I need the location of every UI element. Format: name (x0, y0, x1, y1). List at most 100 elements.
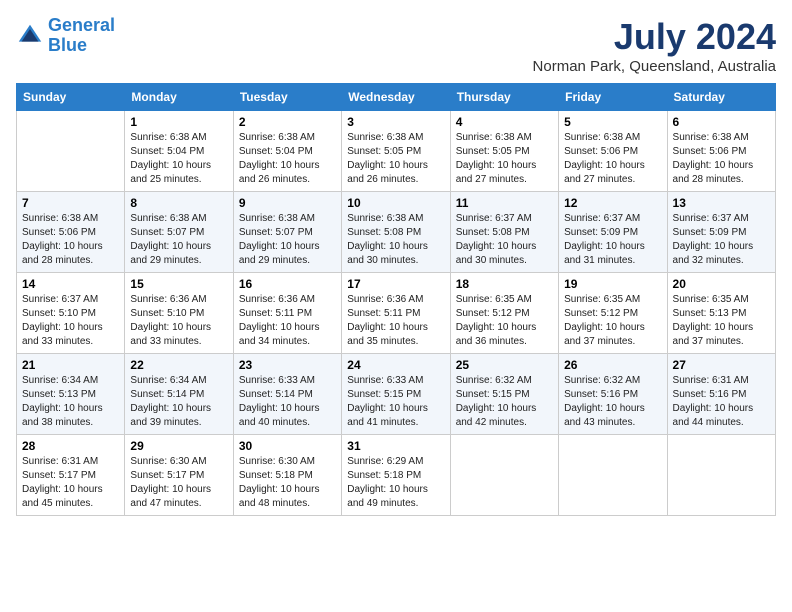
calendar-cell: 8 Sunrise: 6:38 AMSunset: 5:07 PMDayligh… (125, 192, 233, 273)
calendar-cell: 22 Sunrise: 6:34 AMSunset: 5:14 PMDaylig… (125, 354, 233, 435)
day-number: 25 (456, 358, 553, 372)
day-info: Sunrise: 6:38 AMSunset: 5:07 PMDaylight:… (130, 212, 227, 268)
day-info: Sunrise: 6:38 AMSunset: 5:08 PMDaylight:… (347, 212, 444, 268)
calendar-week-row: 1 Sunrise: 6:38 AMSunset: 5:04 PMDayligh… (17, 111, 776, 192)
day-number: 27 (673, 358, 770, 372)
day-info: Sunrise: 6:38 AMSunset: 5:05 PMDaylight:… (456, 131, 553, 187)
day-info: Sunrise: 6:35 AMSunset: 5:13 PMDaylight:… (673, 293, 770, 349)
day-number: 23 (239, 358, 336, 372)
calendar-cell: 10 Sunrise: 6:38 AMSunset: 5:08 PMDaylig… (342, 192, 450, 273)
day-number: 17 (347, 277, 444, 291)
day-number: 24 (347, 358, 444, 372)
day-number: 9 (239, 196, 336, 210)
calendar-cell: 29 Sunrise: 6:30 AMSunset: 5:17 PMDaylig… (125, 435, 233, 516)
calendar-cell: 17 Sunrise: 6:36 AMSunset: 5:11 PMDaylig… (342, 273, 450, 354)
day-number: 2 (239, 115, 336, 129)
day-info: Sunrise: 6:33 AMSunset: 5:15 PMDaylight:… (347, 374, 444, 430)
day-number: 16 (239, 277, 336, 291)
calendar-cell: 3 Sunrise: 6:38 AMSunset: 5:05 PMDayligh… (342, 111, 450, 192)
day-info: Sunrise: 6:36 AMSunset: 5:11 PMDaylight:… (347, 293, 444, 349)
calendar-cell: 21 Sunrise: 6:34 AMSunset: 5:13 PMDaylig… (17, 354, 125, 435)
day-info: Sunrise: 6:35 AMSunset: 5:12 PMDaylight:… (564, 293, 661, 349)
calendar-cell (450, 435, 558, 516)
calendar-cell: 4 Sunrise: 6:38 AMSunset: 5:05 PMDayligh… (450, 111, 558, 192)
day-info: Sunrise: 6:31 AMSunset: 5:16 PMDaylight:… (673, 374, 770, 430)
day-number: 11 (456, 196, 553, 210)
calendar-cell: 25 Sunrise: 6:32 AMSunset: 5:15 PMDaylig… (450, 354, 558, 435)
logo: General Blue (16, 16, 115, 56)
day-number: 20 (673, 277, 770, 291)
calendar-cell: 30 Sunrise: 6:30 AMSunset: 5:18 PMDaylig… (233, 435, 341, 516)
day-number: 31 (347, 439, 444, 453)
day-number: 22 (130, 358, 227, 372)
day-number: 1 (130, 115, 227, 129)
day-number: 7 (22, 196, 119, 210)
day-number: 28 (22, 439, 119, 453)
calendar-cell: 15 Sunrise: 6:36 AMSunset: 5:10 PMDaylig… (125, 273, 233, 354)
calendar-cell: 5 Sunrise: 6:38 AMSunset: 5:06 PMDayligh… (559, 111, 667, 192)
calendar-cell: 20 Sunrise: 6:35 AMSunset: 5:13 PMDaylig… (667, 273, 775, 354)
calendar-cell: 2 Sunrise: 6:38 AMSunset: 5:04 PMDayligh… (233, 111, 341, 192)
logo-icon (16, 22, 44, 50)
weekday-header-wednesday: Wednesday (342, 84, 450, 111)
day-number: 4 (456, 115, 553, 129)
calendar-table: SundayMondayTuesdayWednesdayThursdayFrid… (16, 83, 776, 516)
day-info: Sunrise: 6:38 AMSunset: 5:07 PMDaylight:… (239, 212, 336, 268)
day-info: Sunrise: 6:37 AMSunset: 5:09 PMDaylight:… (564, 212, 661, 268)
day-info: Sunrise: 6:37 AMSunset: 5:09 PMDaylight:… (673, 212, 770, 268)
calendar-cell: 26 Sunrise: 6:32 AMSunset: 5:16 PMDaylig… (559, 354, 667, 435)
calendar-cell: 16 Sunrise: 6:36 AMSunset: 5:11 PMDaylig… (233, 273, 341, 354)
day-info: Sunrise: 6:30 AMSunset: 5:18 PMDaylight:… (239, 455, 336, 511)
calendar-cell: 28 Sunrise: 6:31 AMSunset: 5:17 PMDaylig… (17, 435, 125, 516)
logo-text: General Blue (48, 16, 115, 56)
calendar-cell: 31 Sunrise: 6:29 AMSunset: 5:18 PMDaylig… (342, 435, 450, 516)
calendar-cell (17, 111, 125, 192)
weekday-header-sunday: Sunday (17, 84, 125, 111)
calendar-cell: 11 Sunrise: 6:37 AMSunset: 5:08 PMDaylig… (450, 192, 558, 273)
calendar-cell (559, 435, 667, 516)
day-info: Sunrise: 6:38 AMSunset: 5:06 PMDaylight:… (673, 131, 770, 187)
weekday-header-tuesday: Tuesday (233, 84, 341, 111)
day-number: 19 (564, 277, 661, 291)
calendar-week-row: 7 Sunrise: 6:38 AMSunset: 5:06 PMDayligh… (17, 192, 776, 273)
calendar-cell: 6 Sunrise: 6:38 AMSunset: 5:06 PMDayligh… (667, 111, 775, 192)
day-number: 29 (130, 439, 227, 453)
day-number: 6 (673, 115, 770, 129)
title-section: July 2024 Norman Park, Queensland, Austr… (533, 16, 776, 75)
day-number: 18 (456, 277, 553, 291)
day-info: Sunrise: 6:38 AMSunset: 5:06 PMDaylight:… (22, 212, 119, 268)
day-number: 21 (22, 358, 119, 372)
day-info: Sunrise: 6:34 AMSunset: 5:13 PMDaylight:… (22, 374, 119, 430)
day-number: 26 (564, 358, 661, 372)
calendar-week-row: 14 Sunrise: 6:37 AMSunset: 5:10 PMDaylig… (17, 273, 776, 354)
day-info: Sunrise: 6:37 AMSunset: 5:08 PMDaylight:… (456, 212, 553, 268)
calendar-cell: 24 Sunrise: 6:33 AMSunset: 5:15 PMDaylig… (342, 354, 450, 435)
calendar-cell: 13 Sunrise: 6:37 AMSunset: 5:09 PMDaylig… (667, 192, 775, 273)
day-number: 5 (564, 115, 661, 129)
day-info: Sunrise: 6:38 AMSunset: 5:05 PMDaylight:… (347, 131, 444, 187)
day-info: Sunrise: 6:38 AMSunset: 5:06 PMDaylight:… (564, 131, 661, 187)
calendar-cell: 1 Sunrise: 6:38 AMSunset: 5:04 PMDayligh… (125, 111, 233, 192)
weekday-header-friday: Friday (559, 84, 667, 111)
day-number: 30 (239, 439, 336, 453)
day-number: 3 (347, 115, 444, 129)
day-info: Sunrise: 6:29 AMSunset: 5:18 PMDaylight:… (347, 455, 444, 511)
calendar-cell: 12 Sunrise: 6:37 AMSunset: 5:09 PMDaylig… (559, 192, 667, 273)
day-number: 15 (130, 277, 227, 291)
calendar-week-row: 28 Sunrise: 6:31 AMSunset: 5:17 PMDaylig… (17, 435, 776, 516)
day-number: 12 (564, 196, 661, 210)
day-info: Sunrise: 6:32 AMSunset: 5:16 PMDaylight:… (564, 374, 661, 430)
month-year-title: July 2024 (533, 16, 776, 58)
day-info: Sunrise: 6:38 AMSunset: 5:04 PMDaylight:… (130, 131, 227, 187)
day-number: 10 (347, 196, 444, 210)
day-number: 14 (22, 277, 119, 291)
calendar-cell: 27 Sunrise: 6:31 AMSunset: 5:16 PMDaylig… (667, 354, 775, 435)
weekday-header-row: SundayMondayTuesdayWednesdayThursdayFrid… (17, 84, 776, 111)
day-info: Sunrise: 6:37 AMSunset: 5:10 PMDaylight:… (22, 293, 119, 349)
weekday-header-monday: Monday (125, 84, 233, 111)
weekday-header-thursday: Thursday (450, 84, 558, 111)
calendar-cell: 9 Sunrise: 6:38 AMSunset: 5:07 PMDayligh… (233, 192, 341, 273)
location-subtitle: Norman Park, Queensland, Australia (533, 58, 776, 75)
page-header: General Blue July 2024 Norman Park, Quee… (16, 16, 776, 75)
day-number: 8 (130, 196, 227, 210)
